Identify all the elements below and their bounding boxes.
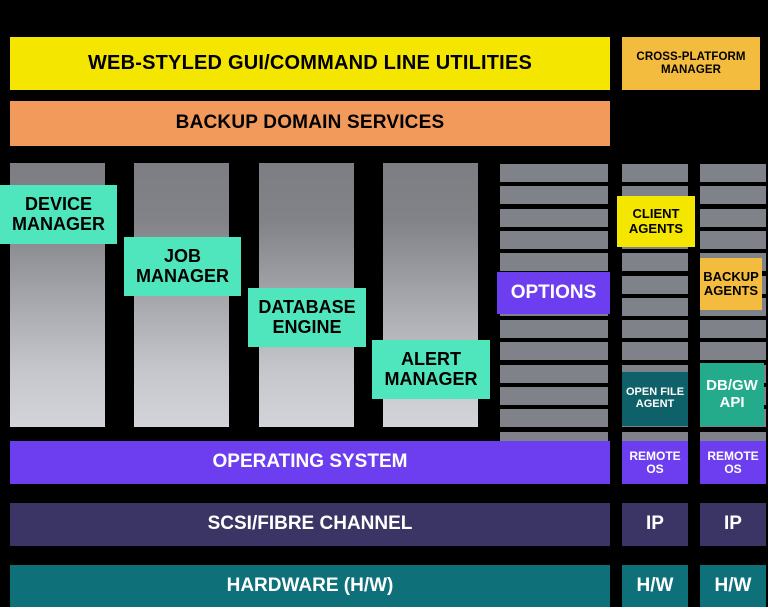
layer-hw-2[interactable]: H/W	[700, 565, 766, 607]
stripe-segment	[500, 364, 608, 383]
stripe-segment	[622, 164, 688, 182]
stripe-segment	[622, 297, 688, 316]
stripe-segment	[500, 208, 608, 227]
stripe-segment	[700, 342, 766, 361]
stripe-segment	[500, 186, 608, 205]
stripe-segment	[622, 342, 688, 361]
stripe-segment	[622, 253, 688, 272]
stripe-segment	[500, 164, 608, 182]
layer-ip-1[interactable]: IP	[622, 503, 688, 546]
label-db-gw-api[interactable]: DB/GW API	[700, 363, 764, 426]
stripe-segment	[700, 164, 766, 182]
stripe-segment	[500, 409, 608, 428]
stripe-segment	[622, 275, 688, 294]
label-database-engine[interactable]: DATABASE ENGINE	[248, 288, 366, 347]
layer-scsi-fibre-channel[interactable]: SCSI/FIBRE CHANNEL	[10, 503, 610, 546]
stripe-segment	[622, 320, 688, 339]
stripe-segment	[700, 230, 766, 249]
stripe-segment	[500, 387, 608, 405]
label-device-manager[interactable]: DEVICE MANAGER	[0, 185, 117, 244]
label-client-agents[interactable]: CLIENT AGENTS	[617, 196, 695, 247]
layer-remote-os-1[interactable]: REMOTE OS	[622, 441, 688, 484]
layer-remote-os-2[interactable]: REMOTE OS	[700, 441, 766, 484]
stripe-segment	[500, 253, 608, 272]
stripe-segment	[700, 186, 766, 205]
stripe-segment	[500, 230, 608, 249]
label-alert-manager[interactable]: ALERT MANAGER	[372, 340, 490, 399]
cross-platform-manager-banner[interactable]: CROSS-PLATFORM MANAGER	[622, 37, 760, 90]
backup-domain-services-banner[interactable]: BACKUP DOMAIN SERVICES	[10, 101, 610, 146]
stripe-segment	[700, 320, 766, 339]
label-job-manager[interactable]: JOB MANAGER	[124, 237, 241, 296]
label-open-file-agent[interactable]: OPEN FILE AGENT	[622, 372, 688, 426]
stripe-segment	[500, 320, 608, 339]
stripe-segment	[700, 208, 766, 227]
label-options[interactable]: OPTIONS	[497, 272, 610, 314]
stripe-segment	[500, 342, 608, 361]
diagram-canvas: WEB-STYLED GUI/COMMAND LINE UTILITIES CR…	[0, 0, 768, 607]
gui-utilities-banner[interactable]: WEB-STYLED GUI/COMMAND LINE UTILITIES	[10, 37, 610, 90]
layer-hw-1[interactable]: H/W	[622, 565, 688, 607]
layer-operating-system[interactable]: OPERATING SYSTEM	[10, 441, 610, 484]
layer-ip-2[interactable]: IP	[700, 503, 766, 546]
layer-hardware[interactable]: HARDWARE (H/W)	[10, 565, 610, 607]
label-backup-agents[interactable]: BACKUP AGENTS	[700, 258, 762, 310]
